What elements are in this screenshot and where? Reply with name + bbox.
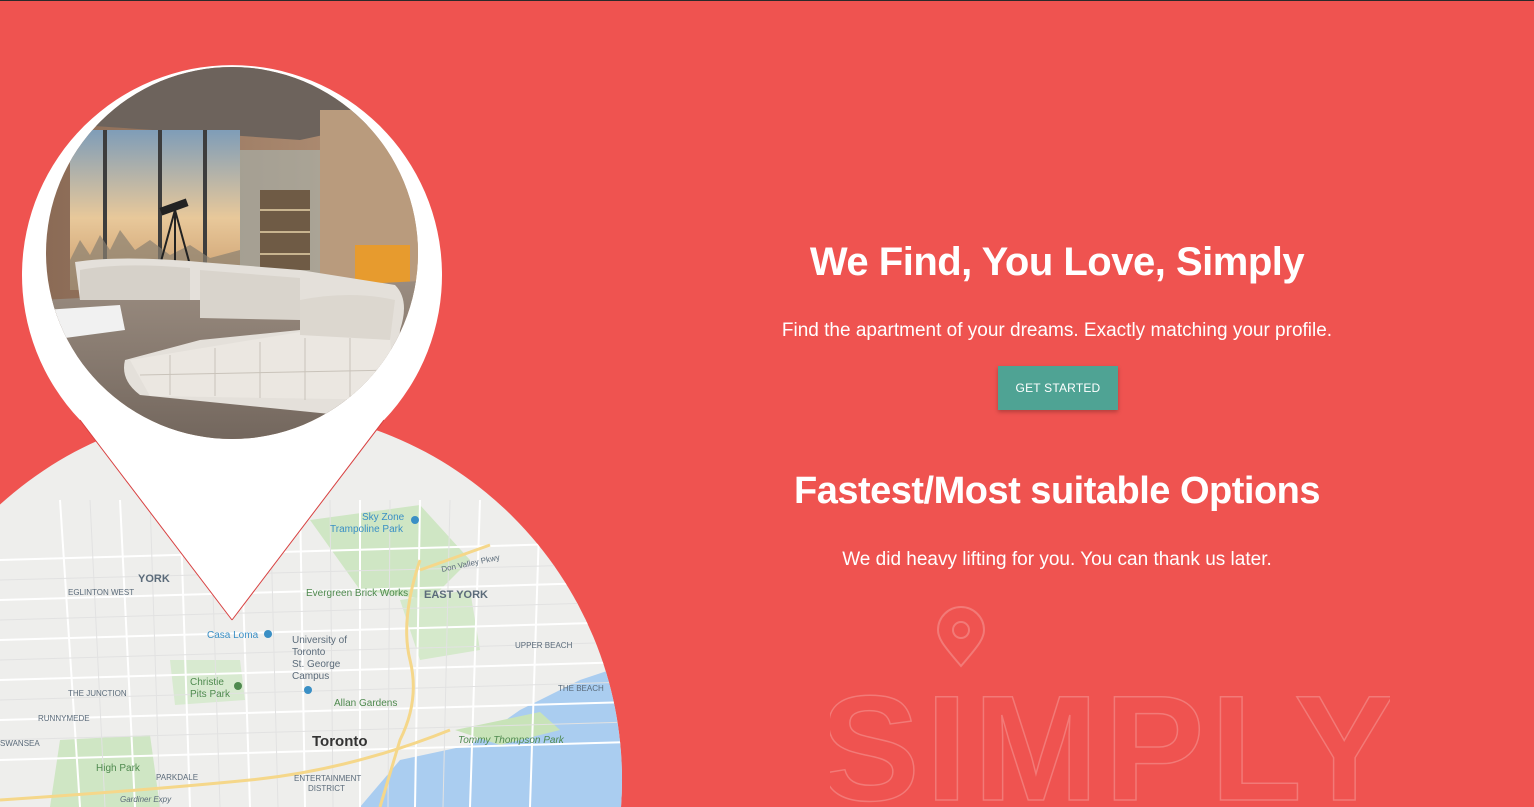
poi-marker xyxy=(264,630,272,638)
map-label: Gardiner Expy xyxy=(120,795,172,804)
poi-marker xyxy=(304,686,312,694)
map-label: ENTERTAINMENT xyxy=(294,774,361,783)
svg-text:SIMPLY: SIMPLY xyxy=(830,664,1390,807)
map-label: YORK xyxy=(138,573,170,585)
map-label: THE JUNCTION xyxy=(68,689,127,698)
simply-watermark-logo: SIMPLY xyxy=(830,606,1390,807)
map-label: Campus xyxy=(292,671,329,682)
poi-marker xyxy=(411,516,419,524)
map-label: Toronto xyxy=(292,647,326,658)
hero-headline: We Find, You Love, Simply xyxy=(809,240,1305,284)
map-label: Christie xyxy=(190,677,224,688)
map-label: Toronto xyxy=(312,733,368,750)
map-label: Allan Gardens xyxy=(334,698,397,709)
map-pin-icon xyxy=(936,606,986,668)
map-label: EGLINTON WEST xyxy=(68,588,134,597)
map-label: Tommy Thompson Park xyxy=(458,735,565,746)
map-label: St. George xyxy=(292,659,341,670)
hero-illustration: Sky Zone Trampoline Park YORK EGLINTON W… xyxy=(0,65,622,807)
map-label: Sky Zone xyxy=(362,512,405,523)
get-started-button[interactable]: GET STARTED xyxy=(998,366,1118,410)
map-label: SWANSEA xyxy=(0,739,40,748)
poi-marker xyxy=(234,682,242,690)
map-label: Casa Loma xyxy=(207,630,259,641)
features-subtitle: We did heavy lifting for you. You can th… xyxy=(842,549,1272,570)
map-label: Evergreen Brick Works xyxy=(306,588,408,599)
map-label: Pits Park xyxy=(190,689,231,700)
features-headline: Fastest/Most suitable Options xyxy=(793,470,1321,512)
map-label: High Park xyxy=(96,763,141,774)
map-label: University of xyxy=(292,635,347,646)
map-label: Trampoline Park xyxy=(330,524,404,535)
map-label: RUNNYMEDE xyxy=(38,714,90,723)
map-label: PARKDALE xyxy=(156,773,198,782)
map-label: UPPER BEACH xyxy=(515,641,573,650)
map-label: EAST YORK xyxy=(424,589,488,601)
map-label: THE BEACH xyxy=(558,684,604,693)
map-label: DISTRICT xyxy=(308,784,345,793)
hero-subtitle: Find the apartment of your dreams. Exact… xyxy=(781,320,1333,341)
